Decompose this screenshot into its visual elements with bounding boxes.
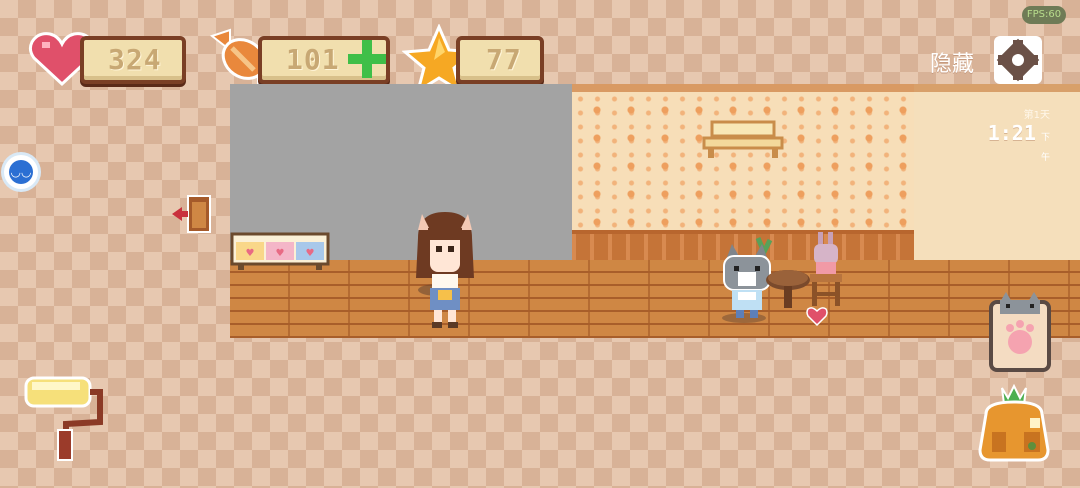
hearts-value: 324 [108,43,162,76]
stars-value: 77 [486,43,522,76]
paint-roller-icon [24,376,103,461]
svg-text:♥: ♥ [276,248,285,259]
cat-collection-card-button[interactable] [988,292,1052,374]
backpack-icon [978,383,1050,462]
player-girl-character[interactable] [408,208,482,330]
ampm-label: 下午 [1040,133,1050,163]
wood-floor [230,260,1080,338]
door-exit-icon [172,195,211,233]
bunny-plush-on-stool[interactable] [806,230,846,310]
day-label: 第1天 [1023,110,1050,121]
hearts-counter: 324 [80,36,186,84]
clock: 第1天 1:21 下午 [984,106,1050,164]
chat-bubble-button[interactable]: ◡◡ [4,155,38,189]
round-table[interactable] [764,266,812,312]
cat-card-icon [989,292,1051,372]
drawer-cabinet[interactable]: ♥ ♥ ♥ [230,232,330,270]
hide-ui-button[interactable]: 隐藏 [930,46,974,78]
backpack-inventory-button[interactable] [972,383,1056,464]
gear-icon [994,36,1042,84]
fps-badge: FPS:60 [1022,6,1066,24]
time-value: 1:21 [987,121,1036,145]
svg-text:♥: ♥ [306,248,315,259]
stars-counter: 77 [456,36,544,84]
svg-text:♥: ♥ [246,248,255,259]
decorate-roller-button[interactable] [24,374,106,462]
heart-pickup[interactable] [806,306,828,327]
exit-door-button[interactable] [170,194,212,234]
plus-icon [348,40,386,78]
wall-shelf[interactable] [702,120,784,162]
smile-icon: ◡◡ [9,160,33,184]
settings-button[interactable] [992,34,1044,86]
candy-value: 101 [286,43,340,76]
add-candy-button[interactable] [346,38,388,80]
